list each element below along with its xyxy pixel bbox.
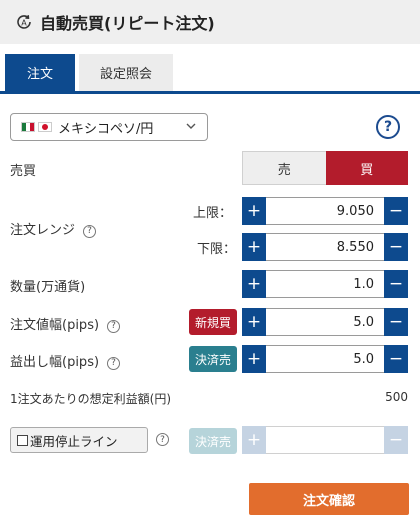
lower-minus-button[interactable]: − (384, 233, 408, 261)
app-header: A 自動売買(リピート注文) (0, 0, 420, 44)
quantity-stepper: + 1.0 − (242, 270, 408, 298)
repeat-a-icon: A (14, 12, 34, 32)
stop-line-help-icon[interactable]: ? (156, 433, 169, 446)
expected-profit-value: 500 (385, 390, 408, 404)
buy-button[interactable]: 買 (325, 151, 408, 185)
profit-width-label-row: 益出し幅(pips)? (10, 351, 121, 370)
lower-limit-label: 下限： (197, 242, 237, 257)
order-width-minus-button[interactable]: − (384, 308, 408, 336)
mexico-flag-icon (21, 122, 35, 132)
new-buy-badge: 新規買 (189, 309, 237, 335)
lower-limit-input[interactable]: 8.550 (266, 233, 384, 261)
profit-width-help-icon[interactable]: ? (107, 356, 121, 370)
tab-settings-inquiry[interactable]: 設定照会 (79, 54, 173, 91)
profit-width-stepper: + 5.0 − (242, 345, 408, 373)
order-width-input[interactable]: 5.0 (266, 308, 384, 336)
quantity-minus-button[interactable]: − (384, 270, 408, 298)
japan-flag-icon (38, 122, 52, 132)
side-label: 売買 (10, 164, 37, 179)
profit-width-label: 益出し幅(pips) (10, 355, 100, 370)
lower-limit-stepper: + 8.550 − (242, 233, 408, 261)
range-label-row: 注文レンジ? (10, 219, 97, 238)
profit-width-plus-button[interactable]: + (242, 345, 266, 373)
profit-width-input[interactable]: 5.0 (266, 345, 384, 373)
help-icon[interactable]: ? (376, 115, 400, 139)
stop-line-minus-button[interactable]: − (384, 426, 408, 454)
order-width-stepper: + 5.0 − (242, 308, 408, 336)
stop-line-toggle[interactable]: 運用停止ライン (10, 427, 148, 453)
buy-sell-toggle: 売 買 (242, 151, 408, 185)
order-width-label-row: 注文値幅(pips)? (10, 314, 121, 333)
quantity-plus-button[interactable]: + (242, 270, 266, 298)
expected-profit-label: 1注文あたりの想定利益額(円) (10, 392, 171, 406)
tab-order[interactable]: 注文 (5, 54, 75, 91)
stop-line-label: 運用停止ライン (30, 433, 118, 449)
stop-line-stepper: + − (242, 426, 408, 454)
stop-line-input[interactable] (266, 426, 384, 454)
currency-pair-select[interactable]: メキシコペソ/円 (10, 113, 208, 141)
quantity-input[interactable]: 1.0 (266, 270, 384, 298)
stop-line-checkbox[interactable] (17, 434, 28, 446)
profit-width-minus-button[interactable]: − (384, 345, 408, 373)
upper-limit-stepper: + 9.050 − (242, 197, 408, 225)
order-width-help-icon[interactable]: ? (107, 319, 121, 333)
lower-plus-button[interactable]: + (242, 233, 266, 261)
svg-text:A: A (21, 19, 27, 28)
order-width-label: 注文値幅(pips) (10, 318, 100, 333)
chevron-down-icon (185, 120, 197, 136)
page-title: 自動売買(リピート注文) (40, 14, 215, 33)
range-label: 注文レンジ (10, 223, 76, 238)
quantity-label: 数量(万通貨) (10, 280, 86, 295)
upper-limit-input[interactable]: 9.050 (266, 197, 384, 225)
order-width-plus-button[interactable]: + (242, 308, 266, 336)
sell-button[interactable]: 売 (242, 151, 326, 185)
upper-plus-button[interactable]: + (242, 197, 266, 225)
order-confirm-button[interactable]: 注文確認 (249, 483, 409, 515)
currency-pair-label: メキシコペソ/円 (58, 121, 154, 137)
settle-sell-badge: 決済売 (189, 346, 237, 372)
tab-bar: 注文 設定照会 (0, 54, 420, 94)
range-help-icon[interactable]: ? (83, 224, 97, 238)
stop-line-settle-badge: 決済売 (189, 428, 237, 454)
upper-limit-label: 上限： (193, 206, 233, 221)
upper-minus-button[interactable]: − (384, 197, 408, 225)
stop-line-plus-button[interactable]: + (242, 426, 266, 454)
